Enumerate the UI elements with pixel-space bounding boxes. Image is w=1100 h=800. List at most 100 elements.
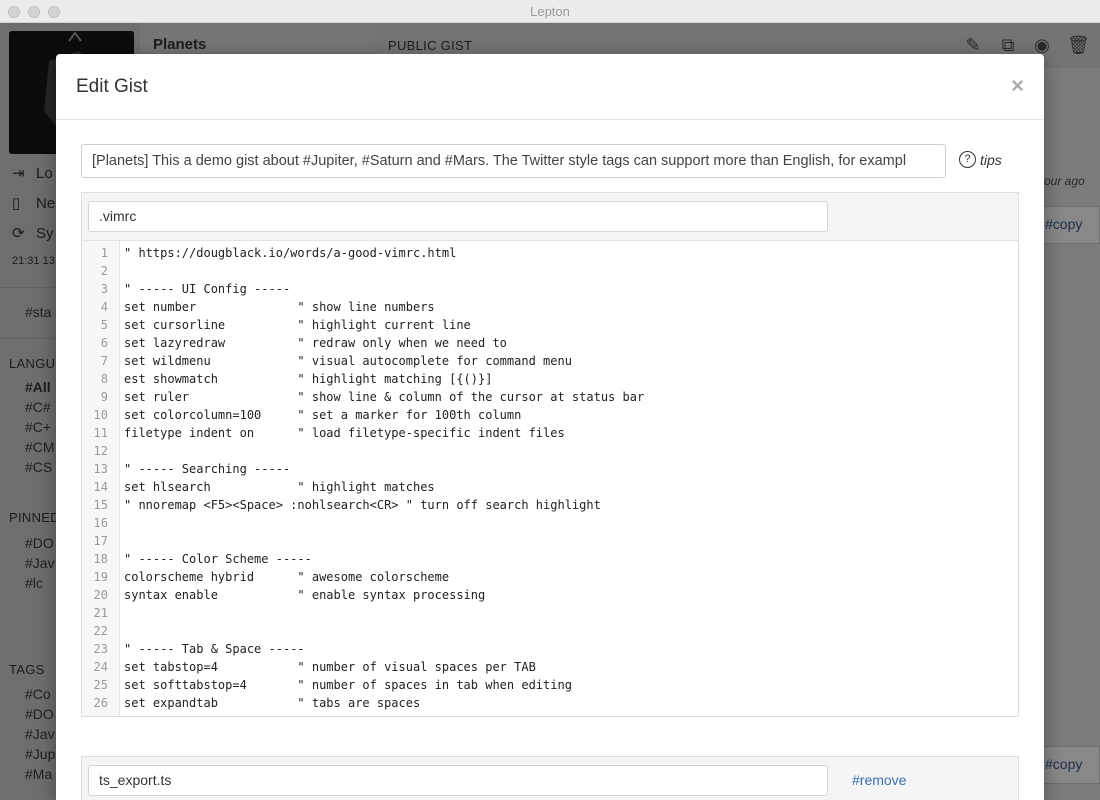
- code-text[interactable]: " https://dougblack.io/words/a-good-vimr…: [124, 244, 456, 262]
- code-line[interactable]: 12: [82, 442, 1016, 460]
- code-line[interactable]: 5 set cursorline " highlight current line: [82, 316, 1016, 334]
- code-line[interactable]: 9 set ruler " show line & column of the c…: [82, 388, 1016, 406]
- tag-item[interactable]: #Ma: [25, 766, 52, 782]
- logout-icon[interactable]: ⇥: [12, 164, 25, 182]
- code-editor[interactable]: 1 " https://dougblack.io/words/a-good-vim…: [82, 240, 1018, 716]
- language-item[interactable]: #C+: [25, 419, 51, 435]
- languages-heading: LANGU: [9, 356, 56, 371]
- tips-link[interactable]: ? tips: [959, 151, 1002, 168]
- code-line[interactable]: 6 set lazyredraw " redraw only when we ne…: [82, 334, 1016, 352]
- code-line[interactable]: 18 " ----- Color Scheme -----: [82, 550, 1016, 568]
- language-item[interactable]: #C#: [25, 399, 51, 415]
- line-number: 7: [100, 354, 108, 368]
- gist-visibility: PUBLIC GIST: [388, 38, 473, 53]
- pinned-item[interactable]: #DO: [25, 535, 54, 551]
- tags-heading: TAGS: [9, 662, 45, 677]
- code-line[interactable]: 22: [82, 622, 1016, 640]
- pinned-item[interactable]: #lc: [25, 575, 43, 591]
- code-text[interactable]: colorscheme hybrid " awesome colorscheme: [124, 568, 449, 586]
- sync-icon[interactable]: ⟳: [12, 224, 25, 242]
- delete-trash-icon[interactable]: 🗑: [1067, 35, 1090, 57]
- copy-link[interactable]: #copy: [1045, 216, 1082, 232]
- sync-time: 21:31 13,: [12, 255, 58, 267]
- updated-time: our ago: [1044, 174, 1085, 188]
- code-line[interactable]: 4 set number " show line numbers: [82, 298, 1016, 316]
- code-line[interactable]: 11 filetype indent on " load filetype-spe…: [82, 424, 1016, 442]
- filename-input[interactable]: ts_export.ts: [88, 765, 828, 796]
- code-line[interactable]: 26 set expandtab " tabs are spaces: [82, 694, 1016, 712]
- line-number: 18: [93, 552, 108, 566]
- close-icon[interactable]: ×: [1011, 73, 1024, 99]
- filename-input[interactable]: .vimrc: [88, 201, 828, 232]
- code-line[interactable]: 3 " ----- UI Config -----: [82, 280, 1016, 298]
- tag-item[interactable]: #Jup: [25, 746, 55, 762]
- window-title: Lepton: [530, 4, 570, 19]
- line-number: 20: [93, 588, 108, 602]
- tag-item[interactable]: #DO: [25, 706, 54, 722]
- code-line[interactable]: 19 colorscheme hybrid " awesome colorsche…: [82, 568, 1016, 586]
- line-number: 24: [93, 660, 108, 674]
- code-text[interactable]: " ----- Color Scheme -----: [124, 550, 312, 568]
- window-titlebar: Lepton: [0, 0, 1100, 23]
- line-number: 5: [100, 318, 108, 332]
- code-line[interactable]: 25 set softtabstop=4 " number of spaces i…: [82, 676, 1016, 694]
- code-line[interactable]: 14 set hlsearch " highlight matches: [82, 478, 1016, 496]
- tag-item[interactable]: #Jav: [25, 726, 55, 742]
- code-line[interactable]: 2: [82, 262, 1016, 280]
- code-line[interactable]: 16: [82, 514, 1016, 532]
- starred-tag[interactable]: #sta: [25, 304, 51, 320]
- code-text[interactable]: est showmatch " highlight matching [{()}…: [124, 370, 492, 388]
- line-number: 9: [100, 390, 108, 404]
- pinned-heading: PINNED: [9, 510, 60, 525]
- pinned-item[interactable]: #Jav: [25, 555, 55, 571]
- file-editor: .vimrc 1 " https://dougblack.io/words/a-g…: [81, 192, 1019, 717]
- tag-item[interactable]: #Co: [25, 686, 51, 702]
- copy-link[interactable]: #copy: [1045, 756, 1082, 772]
- code-line[interactable]: 20 syntax enable " enable syntax processi…: [82, 586, 1016, 604]
- code-text[interactable]: syntax enable " enable syntax processing: [124, 586, 485, 604]
- line-number: 14: [93, 480, 108, 494]
- code-line[interactable]: 17: [82, 532, 1016, 550]
- line-number: 22: [93, 624, 108, 638]
- code-line[interactable]: 13 " ----- Searching -----: [82, 460, 1016, 478]
- code-line[interactable]: 15 " nnoremap <F5><Space> :nohlsearch<CR>…: [82, 496, 1016, 514]
- sidebar-action-logout[interactable]: Lo: [36, 165, 53, 182]
- question-circle-icon: ?: [959, 151, 976, 168]
- sidebar-action-new[interactable]: Ne: [36, 195, 55, 212]
- code-line[interactable]: 8 est showmatch " highlight matching [{()…: [82, 370, 1016, 388]
- line-number: 13: [93, 462, 108, 476]
- code-text[interactable]: set number " show line numbers: [124, 298, 435, 316]
- code-line[interactable]: 21: [82, 604, 1016, 622]
- code-line[interactable]: 23 " ----- Tab & Space -----: [82, 640, 1016, 658]
- code-text[interactable]: set tabstop=4 " number of visual spaces …: [124, 658, 536, 676]
- code-text[interactable]: set wildmenu " visual autocomplete for c…: [124, 352, 572, 370]
- code-line[interactable]: 10 set colorcolumn=100 " set a marker for…: [82, 406, 1016, 424]
- remove-file-link[interactable]: #remove: [852, 772, 906, 788]
- line-number: 3: [100, 282, 108, 296]
- line-number: 11: [93, 426, 108, 440]
- code-text[interactable]: set lazyredraw " redraw only when we nee…: [124, 334, 507, 352]
- sidebar-action-sync[interactable]: Sy: [36, 225, 54, 242]
- code-text[interactable]: filetype indent on " load filetype-speci…: [124, 424, 565, 442]
- code-text[interactable]: " nnoremap <F5><Space> :nohlsearch<CR> "…: [124, 496, 601, 514]
- code-text[interactable]: set expandtab " tabs are spaces: [124, 694, 420, 712]
- code-text[interactable]: " ----- UI Config -----: [124, 280, 290, 298]
- code-text[interactable]: " ----- Tab & Space -----: [124, 640, 305, 658]
- code-line[interactable]: 7 set wildmenu " visual autocomplete for …: [82, 352, 1016, 370]
- new-gist-icon[interactable]: ▯: [12, 194, 20, 212]
- language-item[interactable]: #All: [25, 379, 51, 395]
- code-text[interactable]: set ruler " show line & column of the cu…: [124, 388, 644, 406]
- line-number: 16: [93, 516, 108, 530]
- code-text[interactable]: " ----- Searching -----: [124, 460, 290, 478]
- code-text[interactable]: set cursorline " highlight current line: [124, 316, 471, 334]
- code-line[interactable]: 1 " https://dougblack.io/words/a-good-vim…: [82, 244, 1016, 262]
- language-item[interactable]: #CS: [25, 459, 52, 475]
- code-line[interactable]: 24 set tabstop=4 " number of visual space…: [82, 658, 1016, 676]
- line-number: 23: [93, 642, 108, 656]
- line-number: 10: [93, 408, 108, 422]
- code-text[interactable]: set colorcolumn=100 " set a marker for 1…: [124, 406, 521, 424]
- code-text[interactable]: set softtabstop=4 " number of spaces in …: [124, 676, 572, 694]
- language-item[interactable]: #CM: [25, 439, 55, 455]
- code-text[interactable]: set hlsearch " highlight matches: [124, 478, 435, 496]
- description-input[interactable]: [Planets] This a demo gist about #Jupite…: [81, 144, 946, 178]
